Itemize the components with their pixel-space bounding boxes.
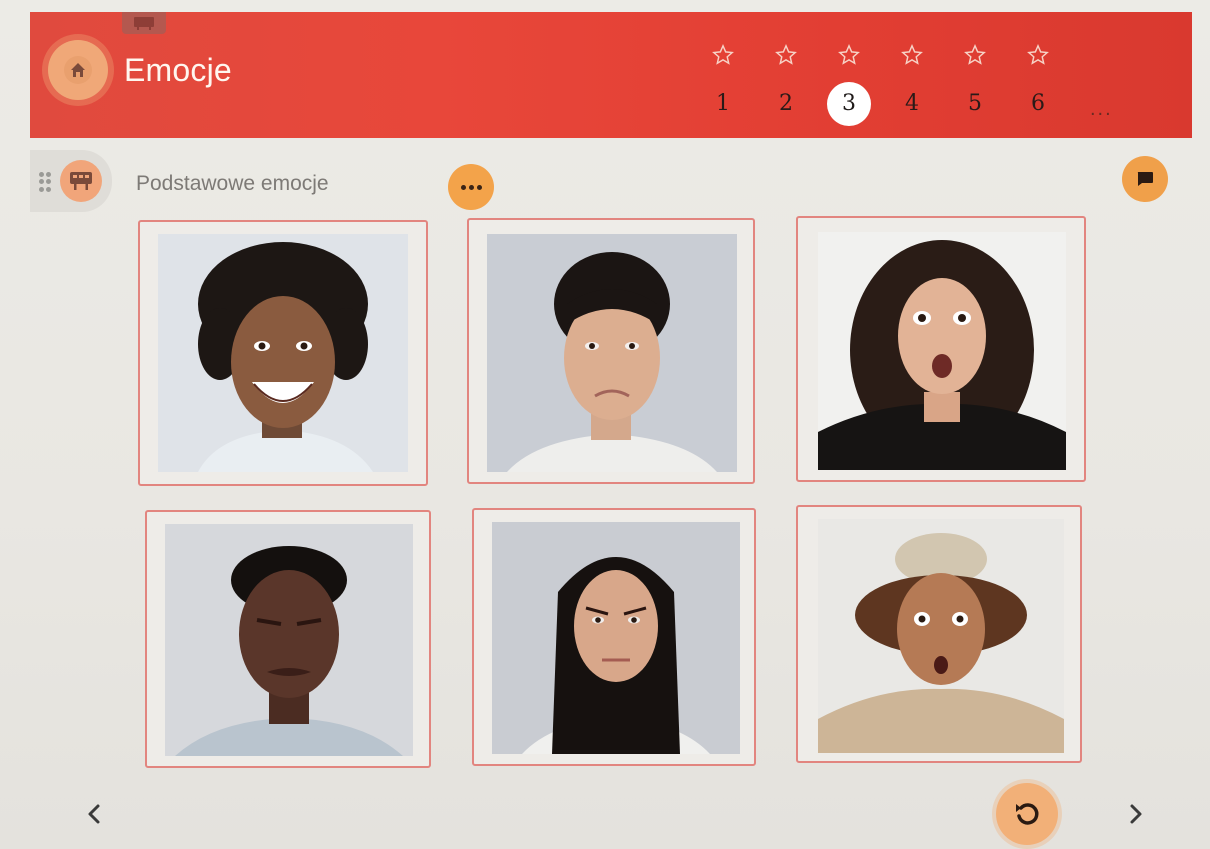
more-button[interactable] (448, 164, 494, 210)
star-outline-icon (1027, 44, 1049, 65)
previous-button[interactable] (76, 796, 112, 832)
pager-item-6[interactable]: 6 (1015, 42, 1061, 132)
face-photo (492, 522, 740, 754)
pager-item-1[interactable]: 1 (700, 42, 746, 132)
section-title: Podstawowe emocje (136, 172, 329, 195)
pager-item-2[interactable]: 2 (763, 42, 809, 132)
emotion-card-shocked[interactable] (796, 505, 1082, 763)
chat-button[interactable] (1122, 156, 1168, 202)
chevron-left-icon (88, 804, 100, 824)
face-photo (158, 234, 408, 472)
pager-item-5[interactable]: 5 (952, 42, 998, 132)
next-button[interactable] (1118, 796, 1154, 832)
section-handle[interactable] (30, 150, 112, 212)
star-outline-icon (775, 44, 797, 65)
more-dots-icon (460, 184, 482, 190)
home-button[interactable] (48, 40, 108, 100)
page-title: Emocje (124, 52, 232, 88)
pager-number: 4 (905, 91, 919, 116)
chevron-right-icon (1130, 804, 1142, 824)
pager-number: 2 (779, 91, 793, 116)
emotion-card-disgusted[interactable] (145, 510, 431, 768)
emotion-card-surprised[interactable] (796, 216, 1086, 482)
reset-icon (1016, 803, 1039, 825)
page-pager: 1 2 3 4 5 6 ... (680, 42, 1111, 132)
emotion-card-sad[interactable] (467, 218, 755, 484)
face-photo (818, 519, 1064, 753)
emotion-card-happy[interactable] (138, 220, 428, 486)
reset-button[interactable] (996, 783, 1058, 845)
pager-number: 5 (968, 91, 982, 116)
home-icon (71, 63, 85, 77)
pager-number: 6 (1031, 91, 1045, 116)
section-icon-button[interactable] (60, 160, 102, 202)
app-screen: Emocje 1 2 3 4 5 6 ... Podstawowe emocje (0, 0, 1210, 849)
face-photo (165, 524, 413, 756)
star-outline-icon (964, 44, 986, 65)
board-icon (134, 17, 154, 30)
pager-number: 3 (827, 82, 871, 126)
face-photo (487, 234, 737, 472)
face-photo (818, 232, 1066, 470)
board-icon (70, 172, 92, 190)
star-outline-icon (838, 44, 860, 65)
header-bar: Emocje 1 2 3 4 5 6 ... (30, 12, 1192, 138)
pager-number: 1 (716, 91, 730, 116)
star-outline-icon (712, 44, 734, 65)
drag-handle-icon[interactable] (39, 172, 51, 192)
header-tab[interactable] (122, 12, 166, 34)
star-outline-icon (901, 44, 923, 65)
pager-more[interactable]: ... (1090, 98, 1113, 121)
emotion-card-angry[interactable] (472, 508, 756, 766)
pager-item-3[interactable]: 3 (826, 42, 872, 132)
pager-item-4[interactable]: 4 (889, 42, 935, 132)
chat-bubble-icon (1137, 172, 1153, 186)
